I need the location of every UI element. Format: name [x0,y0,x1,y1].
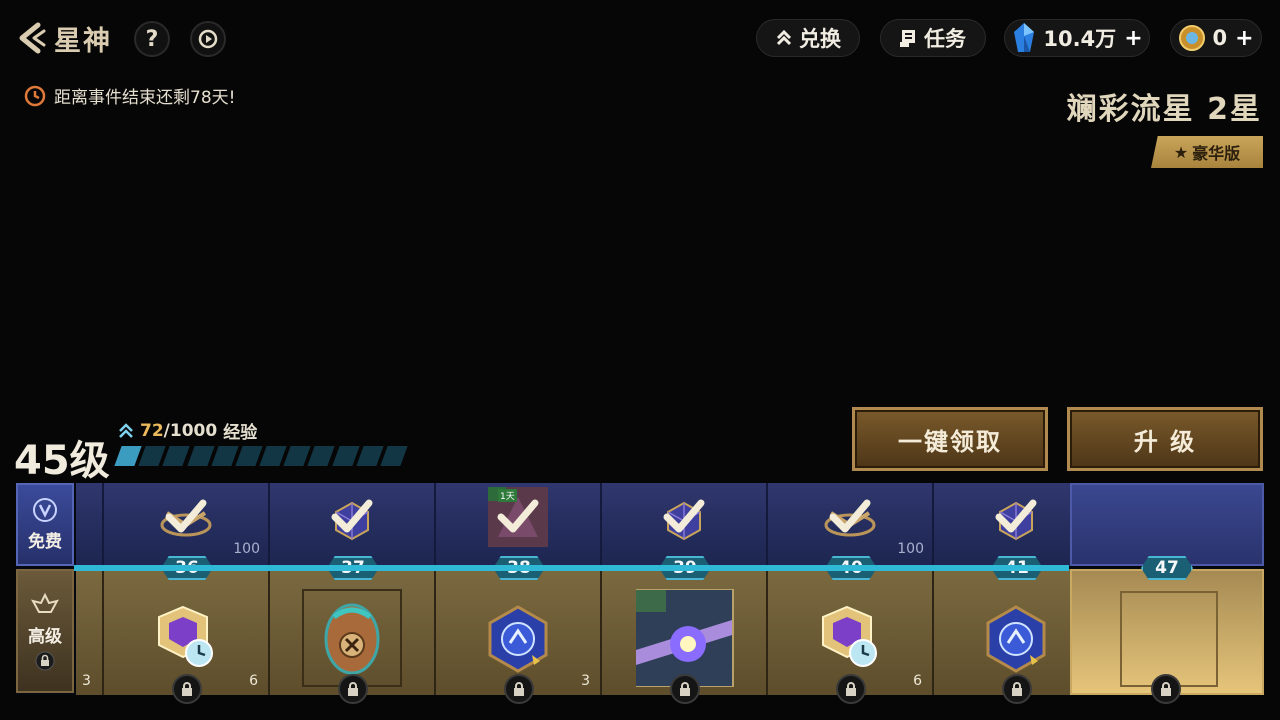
exp-segment [307,446,336,466]
exp-readout: 72/1000 经验 [118,418,257,443]
lock-icon [1151,674,1181,704]
season-name: 斓彩流星 2星 [1066,92,1262,127]
star-icon: ★ [1173,142,1189,162]
reward-cell-free-47[interactable] [1070,483,1264,566]
claim-all-button[interactable]: 一键领取 [852,407,1048,471]
gems-balance[interactable]: 10.4万 + [1004,19,1150,57]
premium-label-text: 高级 [28,626,62,647]
tasks-label: 任务 [924,27,966,51]
lock-icon [670,674,700,704]
item-count: 100 [233,541,260,557]
coins-balance[interactable]: 0 + [1170,19,1262,57]
event-timer: 距离事件结束还剩78天! [24,83,235,108]
add-gems-icon[interactable]: + [1124,26,1142,51]
level-track-line [74,565,1069,571]
reward-hex-blue-icon [482,603,554,679]
claimed-check-icon [993,497,1039,541]
event-timer-text: 距离事件结束还剩78天! [54,88,236,108]
duration-badge: 1天 [498,489,517,502]
clock-icon [24,85,46,106]
add-coins-icon[interactable]: + [1235,26,1253,51]
exp-segment [186,446,215,466]
double-chevron-up-icon [119,422,133,438]
replay-icon [198,29,218,49]
lock-icon [1002,674,1032,704]
item-count: 6 [249,673,258,689]
back-arrow-icon [19,22,46,54]
exp-progress-bar [114,446,408,466]
lock-icon [35,651,55,670]
gold-coin-icon [1179,25,1206,51]
exp-segment [211,446,239,466]
reward-cell-free-38[interactable]: 1天 [436,483,602,566]
reward-gem-clock-icon [155,603,217,673]
reward-hex-blue-icon [980,603,1052,679]
reward-gem-clock-icon [819,603,881,673]
exp-current: 72 [140,420,164,441]
claimed-check-icon [495,497,541,541]
reward-cell-free [76,483,104,566]
replay-button[interactable] [190,21,226,57]
free-label-text: 免费 [28,532,62,552]
exp-segment [138,446,166,466]
exp-segment [114,446,142,466]
premium-track-label: 高级 [16,569,74,693]
claimed-check-icon [661,497,707,541]
lock-icon [172,674,202,704]
exp-total: /1000 [163,420,218,441]
edition-label: 豪华版 [1192,144,1241,163]
tasks-button[interactable]: 任务 [880,19,986,57]
lock-icon [504,674,534,704]
free-track-label: 免费 [16,483,74,566]
reward-cell-free-39[interactable] [602,483,768,566]
empty-reward-frame [1120,591,1218,687]
back-button[interactable]: 星神 [14,18,134,58]
claimed-check-icon [163,497,209,541]
exp-segment [356,446,384,466]
help-icon: ? [145,26,159,52]
page-title: 星神 [54,25,112,57]
item-count: 3 [581,673,590,689]
premium-emblem-icon [31,592,59,613]
scroll-icon [900,30,915,47]
help-button[interactable]: ? [134,21,170,57]
claimed-check-icon [329,497,375,541]
level-badge-47: 47 [1141,556,1193,580]
reward-cell-free-36[interactable]: 100 [104,483,270,566]
exp-label: 经验 [223,423,258,443]
reward-cell-free-37[interactable] [270,483,436,566]
exp-segment [235,446,263,466]
reward-track: 免费 高级 3 100636371天3383910064041 47 [16,483,1264,704]
exchange-button[interactable]: 兑换 [756,19,860,57]
claimed-check-icon [827,497,873,541]
edition-badge: ★ 豪华版 [1151,136,1263,168]
exchange-label: 兑换 [799,27,841,51]
exp-segment [331,446,360,466]
exp-segment [283,446,312,466]
exp-segment [259,446,287,466]
upgrade-button[interactable]: 升 级 [1067,407,1263,471]
free-emblem-icon [33,498,57,522]
coins-value: 0 [1212,26,1228,50]
item-count: 100 [897,541,924,557]
current-level: 45级 [14,438,110,484]
exp-segment [380,446,408,466]
item-count: 6 [913,673,922,689]
double-chevron-up-icon [776,29,792,46]
reward-cell-premium: 3 [76,569,104,695]
item-count: 3 [82,673,91,689]
exp-segment [162,446,191,466]
blue-crystal-icon [1014,23,1035,52]
lock-icon [836,674,866,704]
lock-icon [338,674,368,704]
gems-value: 10.4万 [1043,27,1117,51]
reward-egg-icon [320,597,384,681]
reward-cell-free-40[interactable]: 100 [768,483,934,566]
